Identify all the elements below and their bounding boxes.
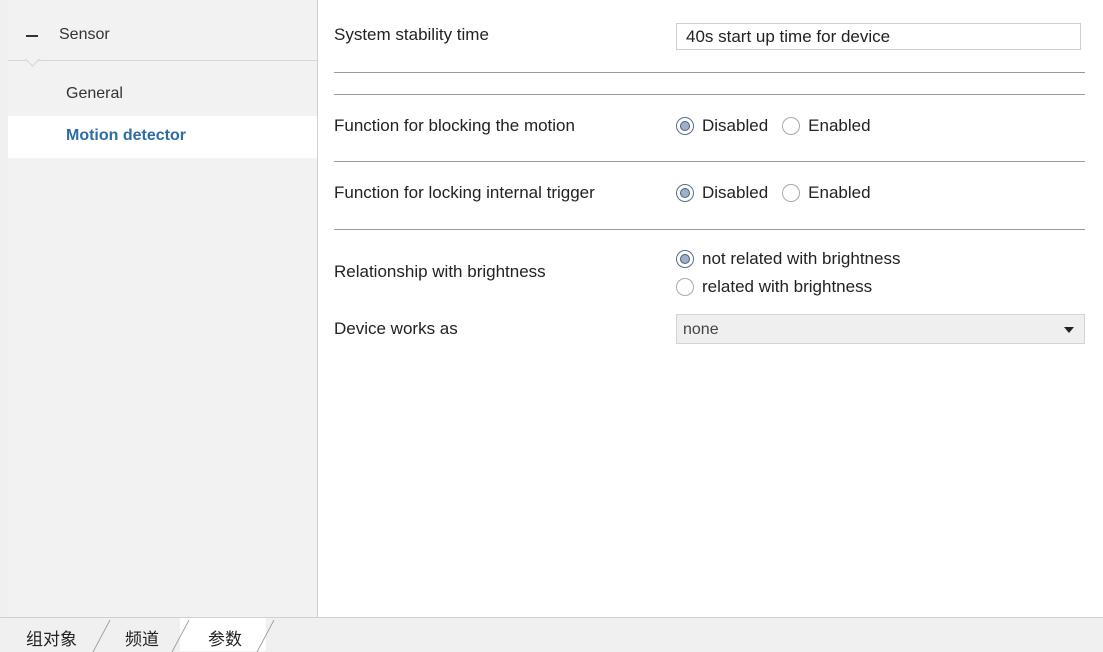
brightness-option-1: not related with brightness: [676, 249, 914, 269]
blocking-enabled-label[interactable]: Enabled: [808, 116, 870, 136]
sidebar-item-label: Motion detector: [66, 127, 186, 144]
parameter-panel: System stability time Function for block…: [318, 0, 1103, 617]
divider: [334, 94, 1085, 95]
related-brightness-radio[interactable]: [676, 278, 694, 296]
sidebar-section-sensor[interactable]: Sensor: [8, 0, 317, 61]
blocking-disabled-radio[interactable]: [676, 117, 694, 135]
locking-enabled-radio[interactable]: [782, 184, 801, 202]
brightness-option-2: related with brightness: [676, 277, 886, 297]
tab-label: 组对象: [26, 630, 77, 649]
tab-label: 频道: [125, 630, 159, 649]
sidebar-section-label: Sensor: [59, 26, 110, 43]
minus-icon[interactable]: [26, 35, 38, 37]
blocking-radio-group: Disabled Enabled: [676, 116, 885, 136]
bottom-tab-bar: 组对象 频道 参数: [0, 617, 1103, 652]
tab-parameters[interactable]: 参数: [196, 618, 262, 651]
stability-time-field[interactable]: [676, 23, 1081, 50]
sidebar-item-motion-detector[interactable]: Motion detector: [8, 116, 317, 158]
locking-label: Function for locking internal trigger: [334, 183, 595, 202]
divider: [334, 72, 1085, 73]
device-label: Device works as: [334, 319, 458, 338]
related-brightness-label[interactable]: related with brightness: [702, 277, 872, 297]
tab-channels[interactable]: 频道: [118, 618, 178, 651]
tab-separator: [92, 620, 111, 652]
tree-notch: [24, 59, 42, 71]
divider: [334, 161, 1085, 162]
sidebar-item-label: General: [66, 85, 123, 102]
locking-disabled-radio[interactable]: [676, 184, 694, 202]
dropdown-value: none: [683, 321, 719, 338]
tab-label: 参数: [208, 630, 242, 649]
stability-label: System stability time: [334, 25, 489, 44]
tab-group-objects[interactable]: 组对象: [22, 618, 92, 651]
blocking-label: Function for blocking the motion: [334, 116, 575, 135]
sidebar: Sensor General Motion detector: [8, 0, 318, 617]
chevron-down-icon[interactable]: [1064, 327, 1074, 333]
not-related-brightness-radio[interactable]: [676, 250, 694, 268]
locking-radio-group: Disabled Enabled: [676, 183, 885, 203]
not-related-brightness-label[interactable]: not related with brightness: [702, 249, 900, 269]
blocking-disabled-label[interactable]: Disabled: [702, 116, 768, 136]
locking-disabled-label[interactable]: Disabled: [702, 183, 768, 203]
divider: [334, 229, 1085, 230]
brightness-label: Relationship with brightness: [334, 262, 546, 281]
blocking-enabled-radio[interactable]: [782, 117, 801, 135]
device-works-as-dropdown[interactable]: none: [676, 314, 1085, 344]
sidebar-item-general[interactable]: General: [8, 74, 317, 116]
locking-enabled-label[interactable]: Enabled: [808, 183, 870, 203]
